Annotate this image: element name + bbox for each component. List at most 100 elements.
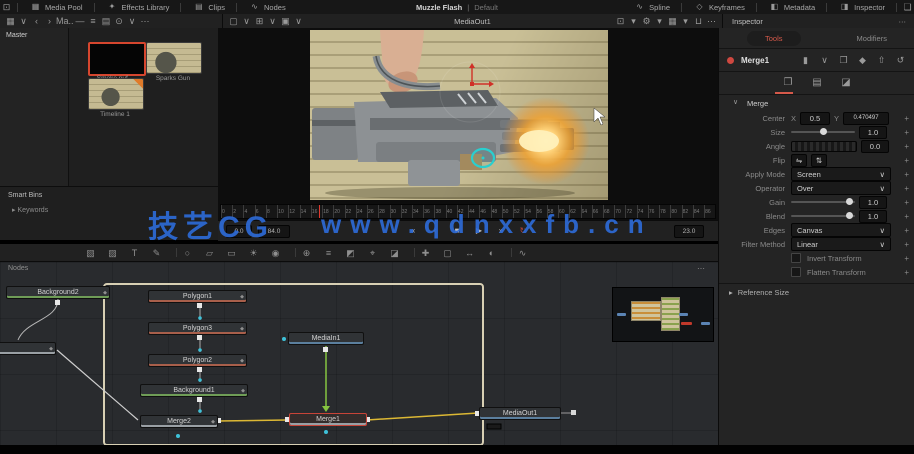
keyframe-dot-icon[interactable]: + bbox=[904, 254, 909, 263]
first-frame-icon[interactable]: « bbox=[407, 225, 420, 237]
center-y-field[interactable]: 0.470497 bbox=[843, 111, 890, 125]
window-icon[interactable]: ⊡ bbox=[0, 1, 13, 13]
viewer-image[interactable] bbox=[310, 30, 608, 200]
blend-field[interactable]: 1.0 bbox=[859, 209, 887, 223]
zoom-caret-icon[interactable]: ∨ bbox=[240, 15, 253, 27]
angle-field[interactable]: 0.0 bbox=[861, 139, 889, 153]
timecode-current[interactable]: 84.0 bbox=[258, 224, 290, 238]
spline-button[interactable]: ∿ Spline bbox=[626, 0, 677, 14]
clip-thumbnail-smoke[interactable] bbox=[88, 42, 146, 76]
size-slider[interactable] bbox=[791, 128, 855, 135]
flatten-transform-checkbox[interactable] bbox=[791, 267, 801, 277]
inspector-button[interactable]: ◨ Inspector bbox=[831, 0, 892, 14]
zoom-level-icon[interactable]: ▢ bbox=[227, 15, 240, 27]
reset-icon[interactable]: ↺ bbox=[894, 54, 907, 66]
nodes-panel-more-icon[interactable]: ⋯ bbox=[697, 264, 705, 273]
chat-icon[interactable]: ❏ bbox=[901, 1, 914, 13]
bin-master[interactable]: Master bbox=[0, 28, 68, 43]
apply-mode-select[interactable]: Screen ∨ bbox=[791, 167, 891, 181]
node-polygon2[interactable]: Polygon2 ◆ bbox=[148, 354, 247, 367]
clip-thumbnail-timeline[interactable] bbox=[88, 78, 144, 110]
keyframe-dot-icon[interactable]: + bbox=[904, 212, 909, 221]
camera-icon[interactable]: ◐ bbox=[485, 247, 498, 259]
sort-icon[interactable]: ≡ bbox=[87, 15, 100, 27]
step-back-icon[interactable]: ‹ bbox=[429, 225, 442, 237]
graph-navigator[interactable] bbox=[612, 287, 714, 342]
keyframe-icon[interactable]: ◆ bbox=[856, 54, 869, 66]
split-caret-icon[interactable]: ∨ bbox=[266, 15, 279, 27]
fast-noise-icon[interactable]: ▨ bbox=[106, 247, 119, 259]
gallery-view-icon[interactable]: ▣ bbox=[279, 15, 292, 27]
ellipse-mask-icon[interactable]: ○ bbox=[181, 247, 194, 259]
node-mediaout1[interactable]: MediaOut1 bbox=[479, 407, 561, 420]
keyframe-dot-icon[interactable]: + bbox=[904, 114, 909, 123]
node-polygon1[interactable]: Polygon1 ◆ bbox=[148, 290, 247, 303]
zoom-slider-icon[interactable]: — bbox=[74, 15, 87, 27]
keyframe-dot-icon[interactable]: + bbox=[904, 170, 909, 179]
settings-tab-icon[interactable]: ◪ bbox=[840, 77, 853, 89]
keyframe-dot-icon[interactable]: + bbox=[904, 198, 909, 207]
rectangle-mask-icon[interactable]: ▭ bbox=[225, 247, 238, 259]
spline-icon[interactable]: ∿ bbox=[516, 247, 529, 259]
crop-icon[interactable]: ▢ bbox=[441, 247, 454, 259]
resize-icon[interactable]: ↔ bbox=[463, 247, 476, 259]
node-mediain1[interactable]: MediaIn1 bbox=[288, 332, 364, 345]
node-merge2[interactable]: Merge2 ◆ bbox=[140, 415, 218, 428]
operator-select[interactable]: Over ∨ bbox=[791, 181, 891, 195]
clip-thumbnail-sparks-gun[interactable] bbox=[146, 42, 202, 74]
channel-caret-icon[interactable]: ▾ bbox=[627, 15, 640, 27]
layout-icon[interactable]: ▦ bbox=[666, 15, 679, 27]
keyframe-dot-icon[interactable]: + bbox=[904, 156, 909, 165]
timecode-start[interactable]: 0.0 bbox=[226, 224, 252, 238]
layout-caret-icon[interactable]: ▾ bbox=[679, 15, 692, 27]
polygon-mask-icon[interactable]: ▱ bbox=[203, 247, 216, 259]
keyframe-dot-icon[interactable]: + bbox=[904, 268, 909, 277]
flip-vertical-button[interactable]: ⇅ bbox=[811, 153, 827, 167]
caret-icon[interactable]: ∨ bbox=[17, 15, 30, 27]
planar-tracker-icon[interactable]: ⌖ bbox=[366, 247, 379, 259]
thumbnail-icon[interactable]: ❐ bbox=[837, 54, 850, 66]
tab-tools[interactable]: Tools bbox=[747, 30, 801, 46]
layers-icon[interactable]: ≡ bbox=[322, 247, 335, 259]
options-caret-icon[interactable]: ▾ bbox=[653, 15, 666, 27]
gain-slider[interactable] bbox=[791, 198, 855, 205]
inspector-more-icon[interactable]: ⋯ bbox=[899, 17, 907, 26]
keyframe-dot-icon[interactable]: + bbox=[904, 184, 909, 193]
edges-select[interactable]: Canvas ∨ bbox=[791, 223, 891, 237]
search-icon[interactable]: ⊙ bbox=[113, 15, 126, 27]
merge-icon[interactable]: ⊕ bbox=[300, 247, 313, 259]
last-frame-icon[interactable]: » bbox=[495, 225, 508, 237]
invert-transform-checkbox[interactable] bbox=[791, 253, 801, 263]
gain-field[interactable]: 1.0 bbox=[859, 195, 887, 209]
angle-thumbwheel[interactable] bbox=[791, 140, 857, 152]
node-unnamed[interactable]: ◆ bbox=[0, 342, 56, 355]
merge-section-header[interactable]: ∨ Merge bbox=[719, 95, 914, 111]
background-icon[interactable]: ▧ bbox=[84, 247, 97, 259]
size-field[interactable]: 1.0 bbox=[859, 125, 887, 139]
list-view-icon[interactable]: ▤ bbox=[100, 15, 113, 27]
media-pool-button[interactable]: ▦ Media Pool bbox=[22, 0, 90, 14]
effects-library-button[interactable]: ✦ Effects Library bbox=[99, 0, 177, 14]
share-icon[interactable]: ⇧ bbox=[875, 54, 888, 66]
keyframes-button[interactable]: ◇ Keyframes bbox=[686, 0, 752, 14]
flip-horizontal-button[interactable]: ⇋ bbox=[791, 153, 807, 167]
grid-view-icon[interactable]: ▦ bbox=[4, 15, 17, 27]
center-x-field[interactable]: 0.5 bbox=[800, 111, 831, 125]
filter-method-select[interactable]: Linear ∨ bbox=[791, 237, 891, 251]
paint-icon[interactable]: ✎ bbox=[150, 247, 163, 259]
bin-label-icon[interactable]: Ma.. bbox=[56, 15, 74, 27]
keyframe-dot-icon[interactable]: + bbox=[904, 128, 909, 137]
transform-icon[interactable]: ✚ bbox=[419, 247, 432, 259]
back-icon[interactable]: ‹ bbox=[30, 15, 43, 27]
timeline-ruler[interactable]: 0 2 4 6 8 10 12 14 16 18 20 22 24 26 28 30 32 34 36 38 40 42 4… bbox=[220, 204, 716, 219]
image-tab-icon[interactable]: ▤ bbox=[811, 77, 824, 89]
clips-button[interactable]: ▤ Clips bbox=[185, 0, 232, 14]
node-polygon3[interactable]: Polygon3 ◆ bbox=[148, 322, 247, 335]
tab-modifiers[interactable]: Modifiers bbox=[857, 34, 887, 43]
stop-icon[interactable]: ■ bbox=[451, 225, 464, 237]
keyframe-dot-icon[interactable]: + bbox=[904, 240, 909, 249]
highlight-icon[interactable]: ◪ bbox=[388, 247, 401, 259]
node-enable-toggle[interactable] bbox=[727, 56, 734, 64]
search-caret-icon[interactable]: ∨ bbox=[126, 15, 139, 27]
version-icon[interactable]: ▮ bbox=[799, 54, 812, 66]
